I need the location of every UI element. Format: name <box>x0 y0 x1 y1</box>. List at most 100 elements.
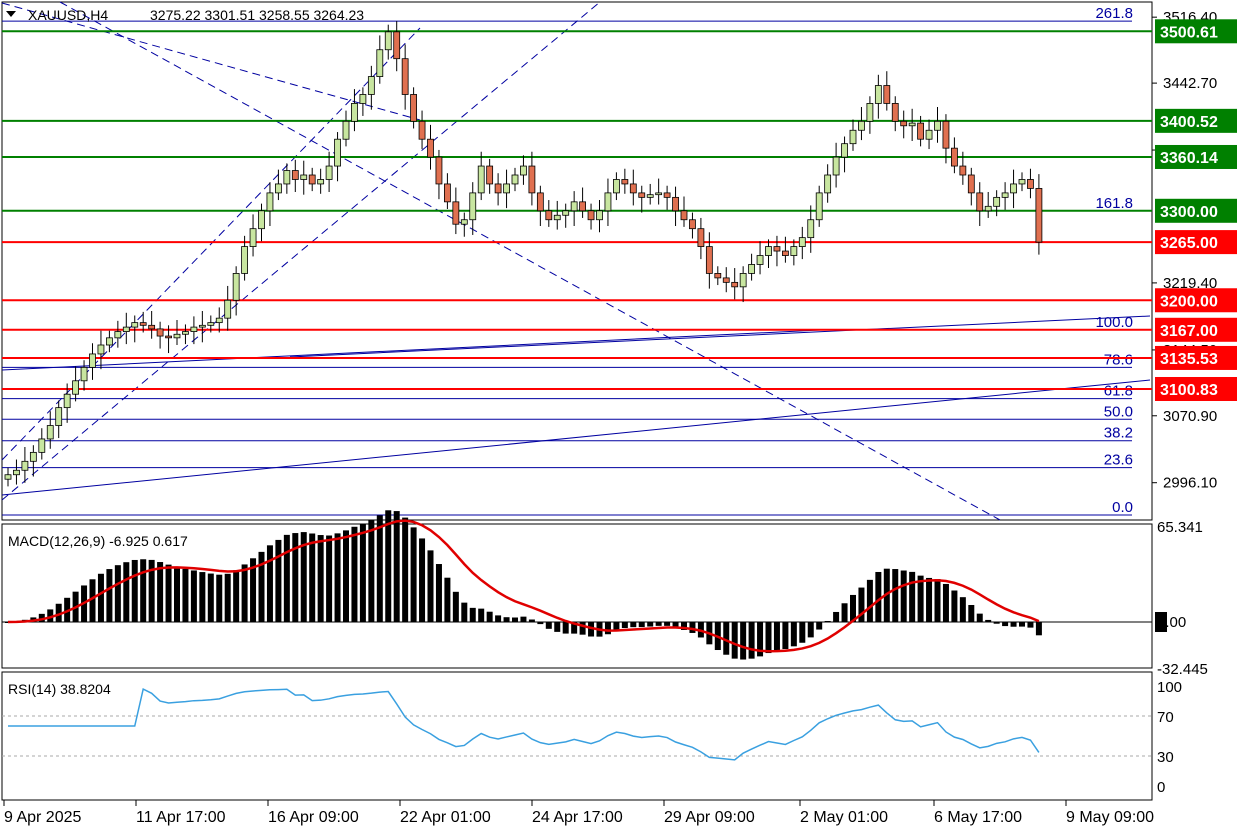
candle-body <box>1035 188 1043 243</box>
macd-histogram-bar <box>748 622 755 659</box>
macd-histogram-bar <box>402 517 409 622</box>
rsi-axis-label: 30 <box>1157 749 1174 766</box>
macd-histogram-bar <box>545 622 552 629</box>
level-badge-label: 3167.00 <box>1160 323 1218 340</box>
rsi-axis-label: 100 <box>1157 679 1182 696</box>
macd-histogram-bar <box>182 568 189 622</box>
candle-body <box>207 322 215 326</box>
time-tick-label: 6 May 17:00 <box>934 809 1022 826</box>
macd-histogram-bar <box>621 622 628 629</box>
candle-body <box>89 353 96 368</box>
candle-body <box>198 324 206 328</box>
candle-body <box>122 326 130 332</box>
candle-body <box>731 281 739 288</box>
candle-body <box>241 246 249 274</box>
candle-body <box>858 120 865 131</box>
candle-body <box>705 246 713 274</box>
candle-body <box>38 438 46 453</box>
macd-histogram-bar <box>968 604 975 622</box>
macd-histogram-bar <box>1035 622 1042 636</box>
candle-body <box>520 165 527 176</box>
time-tick-label: 9 May 09:00 <box>1066 809 1154 826</box>
fib-label: 61.8 <box>1104 383 1133 400</box>
candle-body <box>114 331 122 339</box>
macd-histogram-bar <box>190 570 197 622</box>
candle-body <box>477 165 485 194</box>
candle-body <box>579 201 586 212</box>
candle-body <box>258 210 265 230</box>
macd-histogram-bar <box>495 615 502 622</box>
candle-body <box>460 219 468 225</box>
macd-histogram-bar <box>951 590 958 622</box>
macd-histogram-bar <box>833 611 840 622</box>
candle-body <box>925 129 933 140</box>
fib-label: 100.0 <box>1095 314 1133 331</box>
candle-body <box>908 122 916 127</box>
macd-histogram-bar <box>207 573 214 622</box>
macd-histogram-bar <box>790 622 797 647</box>
macd-histogram-bar <box>875 571 882 622</box>
level-badge-label: 3200.00 <box>1160 293 1218 310</box>
candle-body <box>773 246 781 252</box>
candle-body <box>308 174 316 185</box>
price-chart: 261.8 161.8 100.0 78.6 61.8 50.0 38.2 23.6 0.0 3… <box>0 0 1248 832</box>
macd-histogram-bar <box>647 622 654 627</box>
macd-histogram-bar <box>816 622 823 630</box>
candle-body <box>798 237 806 247</box>
candle-body <box>553 214 561 221</box>
macd-histogram-bar <box>512 617 518 622</box>
time-tick-label: 24 Apr 17:00 <box>532 809 623 826</box>
macd-histogram-bar <box>520 616 527 622</box>
macd-histogram-bar <box>435 564 442 622</box>
candle-body <box>427 138 434 158</box>
level-badge-label: 3265.00 <box>1160 235 1218 252</box>
candle-body <box>317 179 325 185</box>
candle-body <box>342 120 350 140</box>
candle-body <box>63 393 71 409</box>
candle-body <box>511 174 519 185</box>
fib-label: 78.6 <box>1104 351 1133 368</box>
candle-body <box>443 183 451 203</box>
macd-histogram-bar <box>478 608 485 622</box>
candle-body <box>215 317 223 324</box>
candle-body <box>790 246 798 256</box>
candle-body <box>334 138 341 167</box>
macd-histogram-bar <box>942 583 949 622</box>
candle-body <box>300 174 308 180</box>
macd-histogram-bar <box>317 535 324 622</box>
candle-body <box>165 335 172 339</box>
macd-histogram-bar <box>664 622 671 626</box>
candle-body <box>722 277 730 283</box>
candle-body <box>663 192 671 198</box>
macd-histogram-bar <box>140 559 147 622</box>
candle-body <box>621 179 629 185</box>
candle-body <box>942 120 950 149</box>
price-tick-label: 3442.70 <box>1163 75 1217 92</box>
macd-histogram-bar <box>131 559 138 622</box>
macd-histogram-bar <box>97 573 104 622</box>
macd-histogram-bar <box>368 520 375 622</box>
macd-label: MACD(12,26,9) -6.925 0.617 <box>8 533 188 549</box>
candle-body <box>562 210 570 216</box>
macd-histogram-bar <box>537 622 544 625</box>
candle-body <box>959 165 967 176</box>
candle-body <box>367 76 375 95</box>
macd-histogram-bar <box>452 591 459 622</box>
rsi-label: RSI(14) 38.8204 <box>8 681 111 697</box>
macd-histogram-bar <box>807 622 814 638</box>
candle-body <box>545 210 553 221</box>
candle-body <box>190 326 198 332</box>
candle-body <box>993 196 1001 207</box>
candle-body <box>689 219 696 230</box>
candle-body <box>266 192 274 212</box>
candle-body <box>866 103 874 122</box>
candle-body <box>680 210 688 221</box>
level-badge-label: 3500.61 <box>1160 24 1218 41</box>
candle-body <box>21 460 29 471</box>
level-badge-label: 3135.53 <box>1160 351 1218 368</box>
macd-histogram-bar <box>123 562 130 622</box>
candle-body <box>283 170 291 185</box>
macd-histogram-bar <box>503 617 510 622</box>
macd-histogram-bar <box>326 535 333 622</box>
candle-body <box>401 58 409 95</box>
